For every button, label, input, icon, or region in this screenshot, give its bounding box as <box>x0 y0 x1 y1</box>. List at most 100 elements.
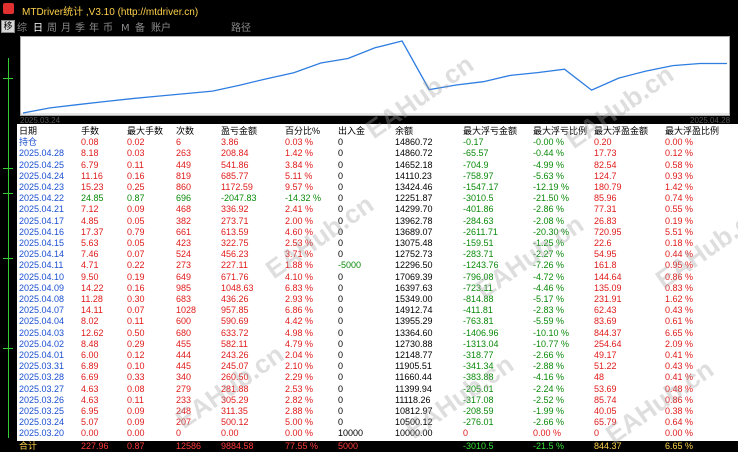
total-row: 合计 227.96 0.87 12586 9884.58 77.55 % 5000 -3010… <box>17 440 738 452</box>
left-toolbar: 移 <box>0 18 17 446</box>
tab-4[interactable]: 季 <box>75 22 85 36</box>
table-cell: 8.18 <box>81 148 99 159</box>
table-cell: 0 <box>338 305 344 316</box>
left-scale-tick <box>3 348 13 349</box>
table-cell: 0.61 % <box>665 316 694 327</box>
table-cell: -2.52 % <box>533 394 565 405</box>
equity-chart <box>20 36 730 116</box>
table-cell: 0.18 % <box>665 238 694 248</box>
table-cell: 3.71 % <box>285 249 314 260</box>
table-row: 2025.04.17 4.85 0.05 382 273.71 2.00 % 0 13962.… <box>17 216 738 227</box>
table-cell: -796.08 <box>463 271 494 282</box>
table-cell: 1.42 % <box>285 148 314 159</box>
table-cell: -4.99 % <box>533 159 565 170</box>
table-cell: 26.83 <box>594 215 617 226</box>
table-cell: 860 <box>176 182 192 192</box>
table-cell: 436.26 <box>221 294 249 304</box>
tab-10[interactable]: 路径 <box>231 22 251 36</box>
table-cell: 0.58 % <box>665 159 694 170</box>
table-cell: 9884.58 <box>221 440 254 451</box>
move-button[interactable]: 移 <box>1 20 15 33</box>
tab-3[interactable]: 月 <box>61 22 71 36</box>
column-header: 手数 <box>81 126 100 136</box>
tab-0[interactable]: 综 <box>17 22 27 36</box>
table-cell: 0.05 <box>127 238 145 248</box>
table-cell: 680 <box>176 327 192 338</box>
table-cell: 53.69 <box>594 383 617 394</box>
table-row: 2025.04.09 14.22 0.16 985 1048.63 6.83 % 0 1639… <box>17 283 738 294</box>
table-cell: 62.43 <box>594 305 617 316</box>
table-cell: 2.04 % <box>285 350 314 360</box>
table-cell: 5.00 % <box>285 417 314 428</box>
table-cell: -383.88 <box>463 372 494 383</box>
tab-8[interactable]: 备 <box>135 22 145 36</box>
table-cell: 260.50 <box>221 372 249 383</box>
table-cell: 957.85 <box>221 305 249 316</box>
table-cell: 245.07 <box>221 361 249 372</box>
table-cell: 2.41 % <box>285 204 314 215</box>
table-cell: 305.29 <box>221 394 249 405</box>
table-cell: 4.85 <box>81 215 99 226</box>
table-cell: 0.74 % <box>665 193 694 204</box>
table-cell: 4.79 % <box>285 338 314 349</box>
table-cell: 649 <box>176 271 192 282</box>
table-cell: 720.95 <box>594 226 622 237</box>
table-cell: 0.55 % <box>665 204 694 215</box>
table-cell: 2025.04.10 <box>19 271 65 282</box>
table-cell: 2025.03.28 <box>19 372 65 383</box>
table-cell: 10812.97 <box>395 406 433 416</box>
table-cell: -2.83 % <box>533 305 565 316</box>
tab-6[interactable]: 币 <box>103 22 113 36</box>
tab-1[interactable]: 日 <box>33 22 43 36</box>
table-cell: 2025.03.25 <box>19 406 65 416</box>
table-cell: 4.63 <box>81 383 99 394</box>
table-cell: 0.00 % <box>665 428 694 439</box>
table-cell: 51.22 <box>594 361 617 372</box>
table-row: 2025.04.25 6.79 0.11 449 541.86 3.84 % 0 14652.… <box>17 160 738 171</box>
tab-5[interactable]: 年 <box>89 22 99 36</box>
table-cell: -2.24 % <box>533 383 565 394</box>
table-cell: 0.00 <box>81 428 99 439</box>
table-cell: 0.48 % <box>665 383 694 394</box>
table-cell: 248 <box>176 406 192 416</box>
table-cell: 281.88 <box>221 383 249 394</box>
left-scale-tick <box>3 168 13 169</box>
table-cell: 0 <box>338 170 344 181</box>
table-cell: 4.71 <box>81 260 99 271</box>
left-scale-tick <box>3 258 13 259</box>
table-cell: 0 <box>338 215 344 226</box>
table-cell: 0 <box>338 394 344 405</box>
table-cell: 0.79 <box>127 226 145 237</box>
table-cell: 54.95 <box>594 249 617 260</box>
table-cell: -10.10 % <box>533 327 570 338</box>
column-header: 盈亏金额 <box>221 126 258 136</box>
column-header: 最大浮盈比例 <box>665 126 720 136</box>
table-cell: -2047.83 <box>221 193 257 204</box>
tab-9[interactable]: 账户 <box>151 22 171 36</box>
table-row: 2025.03.26 4.63 0.11 233 305.29 2.82 % 0 11118.… <box>17 395 738 406</box>
table-row: 2025.04.16 17.37 0.79 661 613.59 4.60 % 0 13689… <box>17 227 738 238</box>
table-cell: -14.32 % <box>285 193 322 204</box>
table-cell: 0 <box>338 417 344 428</box>
table-cell: 233 <box>176 394 192 405</box>
table-cell: 6.86 % <box>285 305 314 316</box>
table-cell: 0.41 % <box>665 372 694 383</box>
table-cell: 0 <box>338 148 344 159</box>
table-cell: 340 <box>176 372 192 383</box>
table-cell: 10500.12 <box>395 417 433 428</box>
table-cell: 5.07 <box>81 417 99 428</box>
table-cell: 合计 <box>19 440 38 451</box>
tab-2[interactable]: 周 <box>47 22 57 36</box>
table-cell: 12586 <box>176 440 202 451</box>
table-cell: -12.19 % <box>533 182 570 192</box>
table-cell: 1.42 % <box>665 182 694 192</box>
table-cell: 2025.04.15 <box>19 238 65 248</box>
table-cell: 180.79 <box>594 182 622 192</box>
tab-7[interactable]: M <box>121 22 130 36</box>
table-cell: 13955.29 <box>395 316 433 327</box>
table-cell: 12251.87 <box>395 193 433 204</box>
table-cell: 6 <box>176 137 182 148</box>
table-cell: -1243.76 <box>463 260 499 271</box>
table-cell: -2.66 % <box>533 350 565 360</box>
table-cell: -4.72 % <box>533 271 565 282</box>
